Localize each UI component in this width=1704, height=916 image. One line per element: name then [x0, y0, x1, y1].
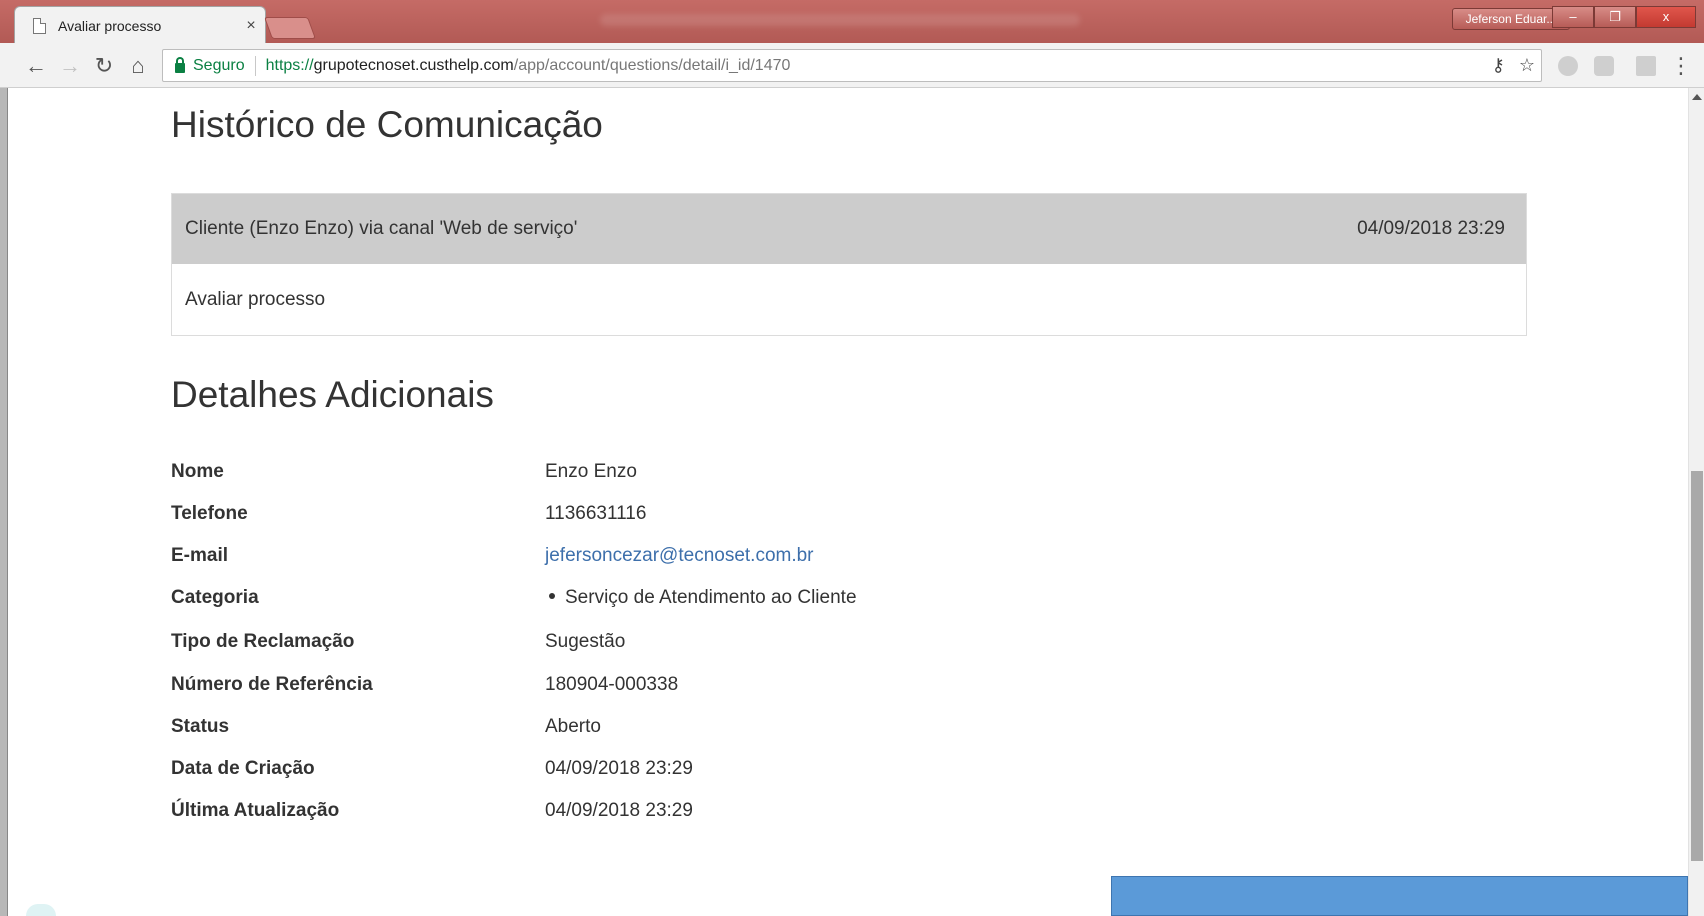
- window-left-frame: [0, 88, 8, 916]
- detail-value: Aberto: [545, 716, 601, 737]
- detail-value: Enzo Enzo: [545, 461, 637, 482]
- detail-label: Tipo de Reclamação: [171, 630, 355, 652]
- detail-row-referencia: Número de Referência 180904-000338: [171, 664, 1071, 706]
- detail-value: 04/09/2018 23:29: [545, 800, 693, 821]
- detail-label: E-mail: [171, 545, 229, 566]
- url-scheme: https://: [265, 56, 314, 74]
- address-bar-icons: ⚷ ☆: [1492, 50, 1535, 81]
- detail-row-categoria: Categoria Serviço de Atendimento ao Clie…: [171, 577, 1071, 619]
- thread-message: Avaliar processo: [185, 288, 326, 310]
- detail-row-nome: Nome Enzo Enzo: [171, 451, 1071, 493]
- detail-value: 04/09/2018 23:29: [545, 758, 693, 779]
- new-tab-button[interactable]: [263, 17, 317, 39]
- lock-icon: [175, 56, 185, 73]
- tab-title: Avaliar processo: [58, 17, 162, 34]
- thread-author: Cliente (Enzo Enzo) via canal 'Web de se…: [185, 218, 578, 239]
- scroll-up-arrow-icon[interactable]: [1692, 94, 1702, 100]
- extension-icon-1[interactable]: [1558, 56, 1578, 76]
- email-link[interactable]: jefersoncezar@tecnoset.com.br: [545, 545, 814, 566]
- bullet-icon: [549, 593, 555, 600]
- star-icon[interactable]: ☆: [1519, 55, 1535, 76]
- url-path: /app/account/questions/detail/i_id/1470: [513, 56, 791, 74]
- scrollbar[interactable]: [1688, 88, 1704, 916]
- detail-row-telefone: Telefone 1136631116: [171, 493, 1071, 535]
- thread-date: 04/09/2018 23:29: [1357, 218, 1505, 239]
- chat-panel[interactable]: [1111, 876, 1688, 916]
- page-corner-icon: [26, 904, 56, 916]
- window-controls: ‒ ❐ x: [1552, 6, 1696, 28]
- close-window-button[interactable]: x: [1636, 6, 1696, 28]
- menu-dots-icon[interactable]: ⋮: [1670, 52, 1692, 80]
- address-bar[interactable]: Seguro https:// grupotecnoset.custhelp.c…: [162, 49, 1542, 82]
- detail-row-criacao: Data de Criação 04/09/2018 23:29: [171, 748, 1071, 790]
- detail-label: Categoria: [171, 587, 259, 608]
- page-icon: [33, 17, 46, 34]
- pdf-extension-icon[interactable]: [1636, 56, 1656, 76]
- address-separator: [254, 55, 256, 76]
- minimize-button[interactable]: ‒: [1552, 6, 1594, 28]
- browser-tab[interactable]: Avaliar processo ×: [14, 6, 266, 44]
- detail-value: 180904-000338: [545, 674, 679, 695]
- detail-row-tipo: Tipo de Reclamação Sugestão: [171, 619, 1071, 664]
- forward-arrow-icon[interactable]: →: [56, 52, 84, 80]
- home-icon[interactable]: ⌂: [124, 52, 152, 80]
- extension-icon-2[interactable]: [1594, 56, 1614, 76]
- communication-thread: Cliente (Enzo Enzo) via canal 'Web de se…: [171, 193, 1527, 336]
- thread-body: Avaliar processo: [172, 264, 1526, 335]
- detail-label: Telefone: [171, 503, 248, 524]
- tab-close-icon[interactable]: ×: [237, 17, 265, 35]
- reload-icon[interactable]: ↻: [90, 52, 118, 80]
- category-item: Serviço de Atendimento ao Cliente: [565, 587, 857, 608]
- detail-value: jefersoncezar@tecnoset.com.br: [545, 545, 814, 567]
- detail-value: Serviço de Atendimento ao Cliente: [545, 587, 857, 609]
- detail-label: Número de Referência: [171, 674, 373, 695]
- thread-header: Cliente (Enzo Enzo) via canal 'Web de se…: [172, 194, 1526, 264]
- details-title: Detalhes Adicionais: [171, 374, 494, 415]
- history-title: Histórico de Comunicação: [171, 104, 603, 145]
- maximize-button[interactable]: ❐: [1594, 6, 1636, 28]
- detail-row-atualizacao: Última Atualização 04/09/2018 23:29: [171, 790, 1071, 832]
- detail-row-status: Status Aberto: [171, 706, 1071, 748]
- browser-toolbar: ← → ↻ ⌂ Seguro https:// grupotecnoset.cu…: [0, 43, 1704, 88]
- detail-label: Última Atualização: [171, 800, 340, 821]
- back-arrow-icon[interactable]: ←: [22, 52, 50, 80]
- detail-value: Sugestão: [545, 630, 626, 652]
- detail-label: Nome: [171, 461, 224, 482]
- secure-label: Seguro: [193, 56, 245, 74]
- detail-row-email: E-mail jefersoncezar@tecnoset.com.br: [171, 535, 1071, 577]
- scrollbar-thumb[interactable]: [1691, 471, 1703, 861]
- key-icon[interactable]: ⚷: [1492, 55, 1505, 76]
- detail-label: Data de Criação: [171, 758, 315, 779]
- details-list: Nome Enzo Enzo Telefone 1136631116 E-mai…: [171, 451, 1071, 832]
- detail-label: Status: [171, 716, 230, 737]
- url-host: grupotecnoset.custhelp.com: [313, 56, 514, 74]
- detail-value: 1136631116: [545, 503, 647, 524]
